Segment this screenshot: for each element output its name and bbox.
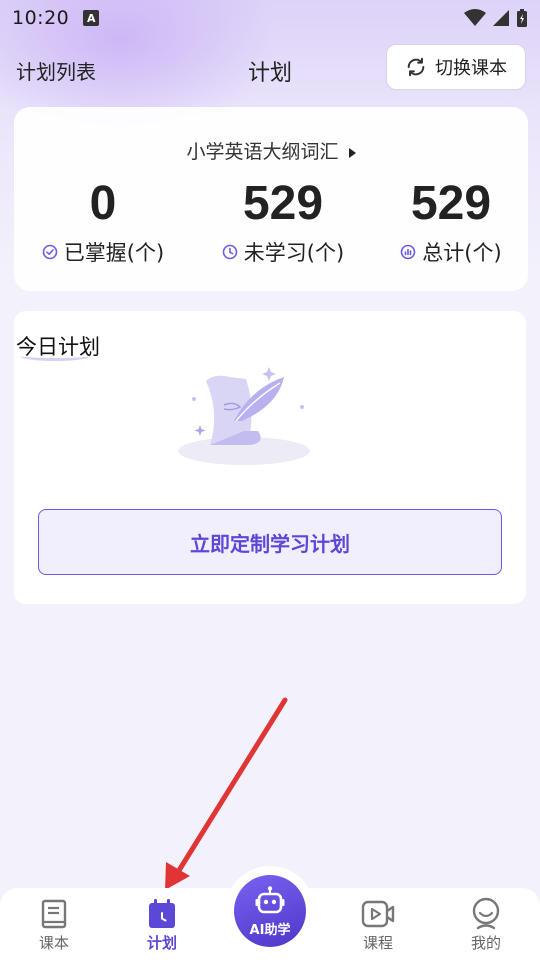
switch-textbook-button[interactable]: 切换课本 bbox=[386, 44, 526, 90]
nav-label-mine: 我的 bbox=[470, 934, 501, 952]
nav-item-course[interactable]: 课程 bbox=[338, 896, 418, 953]
stat-unlearned-value: 529 bbox=[242, 177, 324, 230]
stat-mastered-label: 已掌握(个) bbox=[63, 241, 165, 265]
nav-label-plan: 计划 bbox=[146, 934, 177, 952]
stat-unlearned: 529 未学习(个) bbox=[198, 177, 368, 267]
book-selector[interactable]: 小学英语大纲词汇 bbox=[14, 137, 528, 164]
battery-icon bbox=[517, 9, 527, 27]
book-name: 小学英语大纲词汇 bbox=[186, 141, 339, 163]
profile-icon bbox=[472, 897, 500, 930]
nav-label-textbook: 课本 bbox=[38, 934, 69, 952]
chart-circle-icon bbox=[400, 244, 416, 260]
status-indicators bbox=[464, 8, 528, 28]
video-icon bbox=[361, 900, 395, 928]
notification-icon: A bbox=[83, 10, 100, 26]
stat-total-label: 总计(个) bbox=[422, 241, 502, 265]
status-bar: 10:20 A bbox=[0, 0, 540, 36]
stat-total-label-row: 总计(个) bbox=[366, 237, 536, 267]
nav-label-course: 课程 bbox=[362, 934, 393, 952]
clock-icon bbox=[222, 244, 238, 260]
refresh-icon bbox=[407, 57, 425, 77]
stat-total-value: 529 bbox=[410, 177, 492, 230]
nav-label-ai-assistant: AI助学 bbox=[249, 923, 291, 938]
stat-unlearned-label: 未学习(个) bbox=[243, 241, 345, 265]
switch-textbook-label: 切换课本 bbox=[435, 58, 507, 79]
stat-mastered-label-row: 已掌握(个) bbox=[18, 237, 188, 267]
stat-total: 529 总计(个) bbox=[366, 177, 536, 267]
create-study-plan-button[interactable]: 立即定制学习计划 bbox=[38, 509, 502, 575]
nav-item-ai-assistant[interactable]: AI助学 bbox=[234, 875, 306, 947]
stat-mastered: 0 已掌握(个) bbox=[18, 177, 188, 267]
check-circle-icon bbox=[42, 244, 58, 260]
stat-mastered-value: 0 bbox=[89, 177, 117, 230]
signal-icon bbox=[493, 10, 509, 26]
calendar-icon bbox=[149, 899, 175, 928]
book-icon bbox=[41, 899, 67, 929]
nav-item-mine[interactable]: 我的 bbox=[446, 896, 526, 953]
status-time: 10:20 bbox=[12, 7, 70, 29]
header: 计划列表 计划 切换课本 bbox=[0, 42, 540, 96]
today-plan-title: 今日计划 bbox=[16, 335, 100, 359]
play-icon bbox=[348, 147, 356, 158]
robot-icon bbox=[255, 886, 285, 914]
stat-unlearned-label-row: 未学习(个) bbox=[198, 237, 368, 267]
nav-item-textbook[interactable]: 课本 bbox=[14, 896, 94, 953]
empty-plan-illustration bbox=[178, 367, 310, 465]
nav-item-plan[interactable]: 计划 bbox=[122, 896, 202, 953]
vocabulary-stats-card: 小学英语大纲词汇 0 已掌握(个) 529 未学习(个) 529 总计(个) bbox=[14, 107, 528, 291]
today-plan-card: 今日计划 立即定制学习计划 bbox=[14, 311, 526, 604]
wifi-icon bbox=[464, 9, 486, 26]
